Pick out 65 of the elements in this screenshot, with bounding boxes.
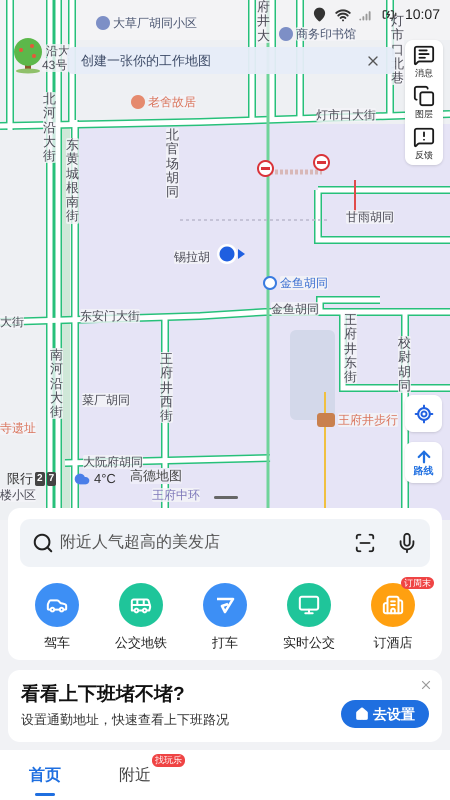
promo-badge: 订周末 [401,577,434,589]
wifi-icon [334,6,351,22]
place-label: 大草厂胡同小区 [113,16,197,30]
scan-icon[interactable] [354,532,376,554]
promo-badge: 找玩乐 [152,754,185,767]
street-label: 金鱼胡同 [271,302,319,316]
street-label: 灯市口大街 [316,108,376,122]
street-label: 南河沿大街 [50,348,63,420]
street-label: 菜厂胡同 [82,393,130,407]
toolbar-button[interactable]: 反馈 [413,126,435,161]
map-logo: 高德地图 [130,468,182,484]
layers-icon [413,85,435,107]
street-label: 楼小区 [0,488,36,502]
locate-icon [414,404,434,424]
place-label: 王府中环 [152,488,200,502]
message-icon [413,44,435,66]
nav-tab[interactable]: 附近 [119,764,151,788]
place-label: 王府井步行 [338,413,398,427]
restriction-label: 限行 [7,470,33,488]
place-label: 金鱼胡同 [280,276,328,290]
card-subtitle: 设置通勤地址，快速查看上下班路况 [21,710,230,729]
quick-action[interactable]: 公交地铁 [106,583,176,652]
toolbar-button[interactable]: 图层 [413,85,435,120]
quick-action[interactable]: 实时公交 [274,583,344,652]
plate-number: 2 [35,472,45,486]
locate-button[interactable] [405,395,442,432]
nav-tab[interactable]: 首页 [29,764,61,796]
street-label: 大阮府胡同 [83,455,143,469]
street-label: 锡拉胡 [174,250,210,264]
banner-text: 创建一张你的工作地图 [81,52,211,70]
street-label: 东黄城根南街 [66,138,79,224]
street-label: 北官场胡同 [166,128,179,200]
card-title: 看看上下班堵不堵? [21,682,186,707]
feedback-icon [413,126,435,148]
drag-handle[interactable] [214,496,238,499]
location-icon [312,7,327,22]
street-label: 甘雨胡同 [346,210,394,224]
street-label: 校尉胡同 [398,336,411,394]
close-button[interactable] [419,678,433,692]
status-time: 10:07 [404,5,440,24]
place-label: 寺遗址 [0,421,36,435]
search-icon [32,532,54,554]
place-label: 老舍故居 [148,95,196,109]
temperature: 4°C [94,470,116,488]
street-label: 大街 [0,315,24,329]
toolbar-button[interactable]: 消息 [413,44,435,79]
shop-icon [317,413,335,427]
set-address-button[interactable]: 去设置 [341,700,429,728]
building-icon [382,594,404,616]
route-button[interactable]: 路线 [405,442,442,483]
street-label: 43号 [42,58,68,72]
street-label: 北河沿大街 [43,92,56,164]
street-label: 王府井西街 [160,352,173,424]
search-field[interactable]: 附近人气超高的美发店 [20,519,430,567]
place-label: 商务印书馆 [296,27,356,41]
location-marker-icon [215,242,245,266]
house-icon [355,707,369,721]
street-label: 东安门大街 [80,309,140,323]
street-label: 府井大 [257,0,270,43]
street-label: 沿大 [46,44,70,58]
quick-action[interactable]: 打车 [190,583,260,652]
quick-action[interactable]: 驾车 [22,583,92,652]
street-label: 王府井东街 [344,313,357,384]
search-input[interactable]: 附近人气超高的美发店 [60,531,348,555]
cloud-icon [74,470,90,487]
